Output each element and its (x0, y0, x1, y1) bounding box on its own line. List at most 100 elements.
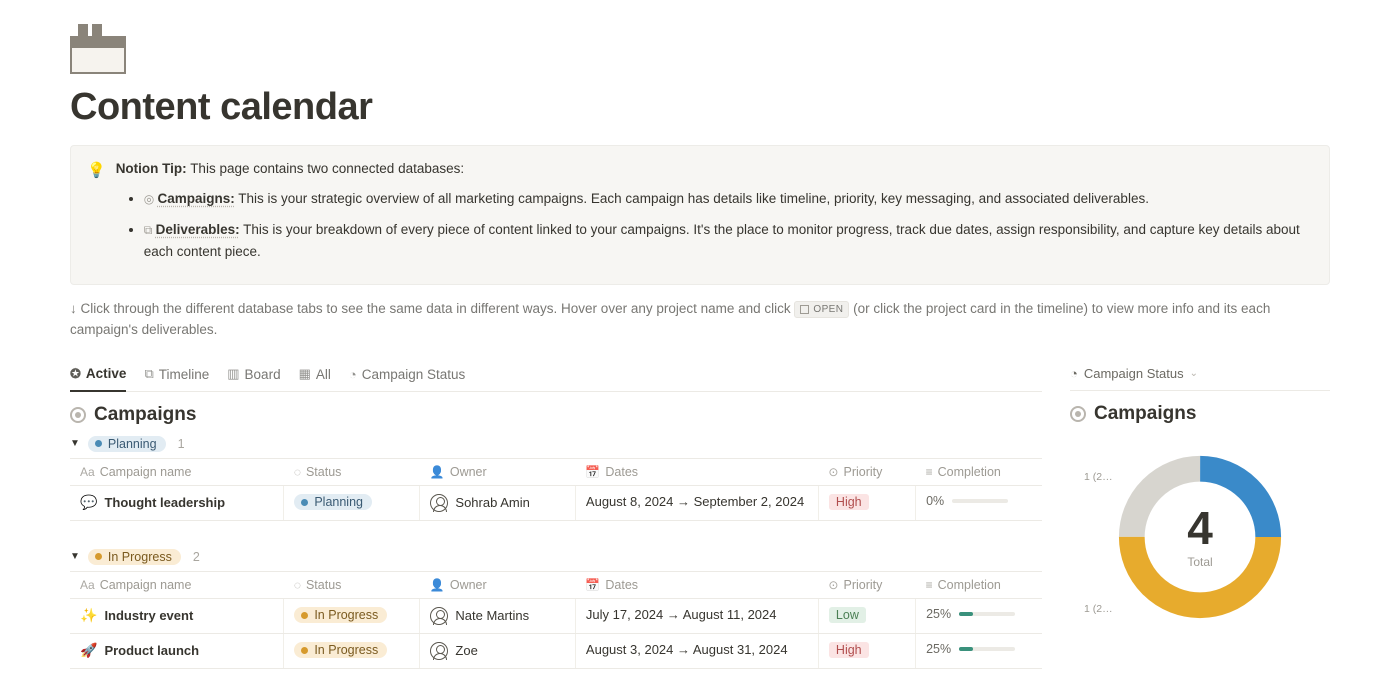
avatar-icon (430, 642, 448, 660)
tip-item-text: This is your strategic overview of all m… (238, 191, 1149, 206)
dates-cell: August 3, 2024 → August 31, 2024 (575, 633, 818, 668)
group-header-progress[interactable]: ▼ In Progress 2 (70, 549, 1042, 565)
tip-item-text: This is your breakdown of every piece of… (144, 222, 1300, 259)
column-header-name[interactable]: AaCampaign name (70, 458, 284, 485)
status-chip: Planning (294, 494, 372, 510)
priority-header-icon: ⊙ (828, 578, 838, 592)
owner-name: Zoe (455, 643, 477, 658)
tab-board[interactable]: ▥ Board (227, 362, 280, 391)
tab-label: Active (86, 366, 127, 381)
tab-label: Timeline (159, 367, 210, 382)
column-header-owner[interactable]: 👤Owner (420, 458, 576, 485)
completion-bar (959, 647, 1015, 651)
all-icon: ▦ (299, 366, 311, 382)
donut-label: 1 (2… (1084, 603, 1113, 615)
layers-icon: ⧉ (144, 223, 156, 237)
row-name: Thought leadership (104, 495, 225, 510)
tab-all[interactable]: ▦ All (299, 362, 331, 391)
completion-header-icon: ≡ (926, 578, 933, 592)
owner-name: Nate Martins (455, 608, 529, 623)
priority-chip: High (829, 642, 869, 658)
tip-prefix: Notion Tip: (116, 161, 187, 176)
table-row[interactable]: ✨Industry eventIn ProgressNate MartinsJu… (70, 598, 1042, 633)
tab-active[interactable]: ✪ Active (70, 362, 126, 392)
open-chip: OPEN (794, 301, 849, 318)
dates-header-icon: 📅 (585, 578, 600, 592)
tab-label: All (316, 367, 331, 382)
dates-cell: August 8, 2024 → September 2, 2024 (575, 485, 818, 520)
triangle-down-icon: ▼ (70, 551, 80, 562)
tab-timeline[interactable]: ⧉ Timeline (144, 362, 209, 391)
status-chip: In Progress (88, 549, 181, 565)
column-header-priority[interactable]: ⊙Priority (818, 458, 915, 485)
chevron-down-icon: ⌄ (1190, 368, 1198, 379)
owner-header-icon: 👤 (430, 465, 445, 479)
table-row[interactable]: 🚀 Product launch In Progress Zoe August 3, 2… (70, 633, 1042, 668)
tip-item-label: Deliverables: (156, 222, 240, 237)
side-view-dropdown[interactable]: ◔ Campaign Status ⌄ (1070, 362, 1198, 388)
name-header-icon: Aa (80, 578, 95, 592)
donut-total-value: 4 (1187, 505, 1213, 551)
status-chip: In Progress (294, 642, 387, 658)
target-icon (1070, 406, 1086, 422)
status-chip: Planning (88, 436, 166, 452)
page-icon[interactable] (70, 24, 1330, 74)
dates-header-icon: 📅 (585, 465, 600, 479)
lightbulb-icon: 💡 (87, 159, 106, 272)
clock-icon: ◔ (1070, 366, 1078, 381)
page-title[interactable]: Content calendar (70, 86, 1330, 129)
column-header-dates[interactable]: 📅Dates (575, 571, 818, 598)
timeline-icon: ⧉ (144, 366, 153, 382)
status-chip: In Progress (294, 607, 387, 623)
completion-bar (952, 499, 1008, 503)
subtext: ↓ Click through the different database t… (70, 299, 1330, 340)
tab-label: Board (245, 367, 281, 382)
database-heading[interactable]: Campaigns (70, 404, 1042, 426)
row-emoji-icon: 💬 (80, 494, 97, 511)
column-header-status[interactable]: ◌Status (284, 571, 420, 598)
completion-value: 25% (926, 642, 951, 656)
column-header-priority[interactable]: ⊙Priority (818, 571, 915, 598)
donut-total-label: Total (1187, 555, 1213, 569)
tab-label: Campaign Status (362, 367, 466, 382)
target-icon: ◎ (144, 192, 158, 206)
status-header-icon: ◌ (294, 578, 301, 592)
group-header-planning[interactable]: ▼ Planning 1 (70, 436, 1042, 452)
row-emoji-icon: 🚀 (80, 642, 97, 659)
triangle-down-icon: ▼ (70, 438, 80, 449)
row-name: Product launch (104, 643, 199, 658)
column-header-owner[interactable]: 👤Owner (420, 571, 576, 598)
group-count: 1 (178, 437, 185, 451)
name-header-icon: Aa (80, 465, 95, 479)
tab-campaign-status[interactable]: ◔ Campaign Status (349, 362, 465, 391)
priority-header-icon: ⊙ (828, 465, 838, 479)
donut-chart[interactable]: 4 Total 1 (2… 1 (2… (1110, 447, 1290, 627)
completion-bar (959, 612, 1015, 616)
tip-intro: This page contains two connected databas… (190, 161, 464, 176)
board-icon: ▥ (227, 366, 239, 382)
completion-header-icon: ≡ (926, 465, 933, 479)
active-icon: ✪ (70, 366, 81, 382)
square-icon (800, 305, 809, 314)
dates-cell: July 17, 2024 → August 11, 2024 (575, 598, 818, 633)
column-header-completion[interactable]: ≡Completion (916, 571, 1042, 598)
column-header-dates[interactable]: 📅Dates (575, 458, 818, 485)
owner-header-icon: 👤 (430, 578, 445, 592)
column-header-completion[interactable]: ≡Completion (916, 458, 1042, 485)
table-row[interactable]: 💬 Thought leadership Planning Sohrab Amin Au… (70, 485, 1042, 520)
campaign-status-icon: ◔ (349, 367, 357, 382)
group-count: 2 (193, 550, 200, 564)
column-header-status[interactable]: ◌Status (284, 458, 420, 485)
priority-chip: Low (829, 607, 866, 623)
tip-callout: 💡 Notion Tip: This page contains two con… (70, 145, 1330, 285)
side-database-heading[interactable]: Campaigns (1070, 403, 1330, 425)
row-emoji-icon: ✨ (80, 607, 97, 624)
completion-value: 0% (926, 494, 944, 508)
target-icon (70, 407, 86, 423)
donut-label: 1 (2… (1084, 471, 1113, 483)
owner-name: Sohrab Amin (455, 495, 529, 510)
tip-item-label: Campaigns: (158, 191, 235, 206)
avatar-icon (430, 494, 448, 512)
column-header-name[interactable]: AaCampaign name (70, 571, 284, 598)
status-header-icon: ◌ (294, 465, 301, 479)
